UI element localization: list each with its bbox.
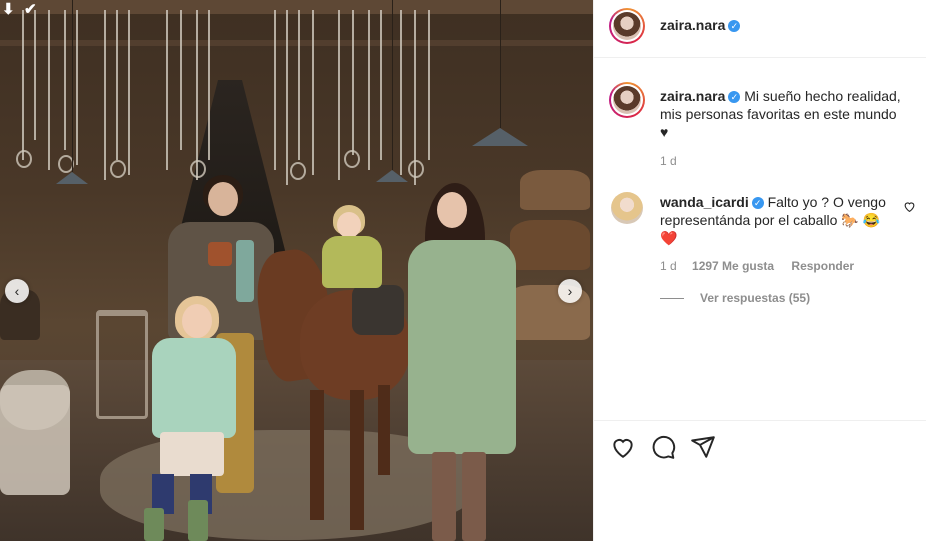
comment-icon[interactable] <box>650 434 676 460</box>
replies-divider <box>660 297 684 299</box>
carousel-prev-button[interactable]: ‹ <box>5 279 29 303</box>
view-replies-button[interactable]: Ver respuestas (55) <box>660 291 810 305</box>
arrow-down-icon: ⬇ <box>2 1 15 18</box>
author-username[interactable]: zaira.nara <box>660 17 725 33</box>
ceiling-lamp <box>472 128 528 146</box>
share-icon[interactable] <box>690 434 716 460</box>
post-header: zaira.nara ✓ <box>594 0 926 58</box>
verified-badge-icon: ✓ <box>728 91 741 103</box>
verified-badge-icon: ✓ <box>728 20 741 32</box>
carousel-next-button[interactable]: › <box>558 279 582 303</box>
comment-timestamp: 1 d <box>660 259 677 273</box>
post-panel: zaira.nara ✓ zaira.nara ✓ Mi sueño hecho r… <box>593 0 926 541</box>
heart-icon[interactable] <box>610 434 636 460</box>
view-replies-label: Ver respuestas (55) <box>700 291 811 305</box>
comment-like-icon[interactable] <box>903 200 917 214</box>
chevron-left-icon: ‹ <box>14 283 20 299</box>
comment-heart-emoji: ❤️ <box>660 230 678 246</box>
caption-avatar[interactable] <box>609 82 645 118</box>
reply-button[interactable]: Responder <box>791 259 854 273</box>
verified-badge-icon: ✓ <box>751 197 764 209</box>
chevron-right-icon: › <box>567 283 573 299</box>
caption-timestamp: 1 d <box>660 154 677 168</box>
author-avatar[interactable] <box>609 8 645 44</box>
comment-likes-count[interactable]: 1297 Me gusta <box>692 259 774 273</box>
double-check-icon: ✔ <box>24 1 37 18</box>
actions-divider <box>594 420 926 422</box>
caption-username[interactable]: zaira.nara <box>660 88 725 104</box>
post-photo[interactable]: ⬇ ✔ ‹ › <box>0 0 593 541</box>
commenter-avatar[interactable] <box>611 192 643 224</box>
commenter-username[interactable]: wanda_icardi <box>660 194 749 210</box>
caption-heart: ♥ <box>660 124 669 140</box>
